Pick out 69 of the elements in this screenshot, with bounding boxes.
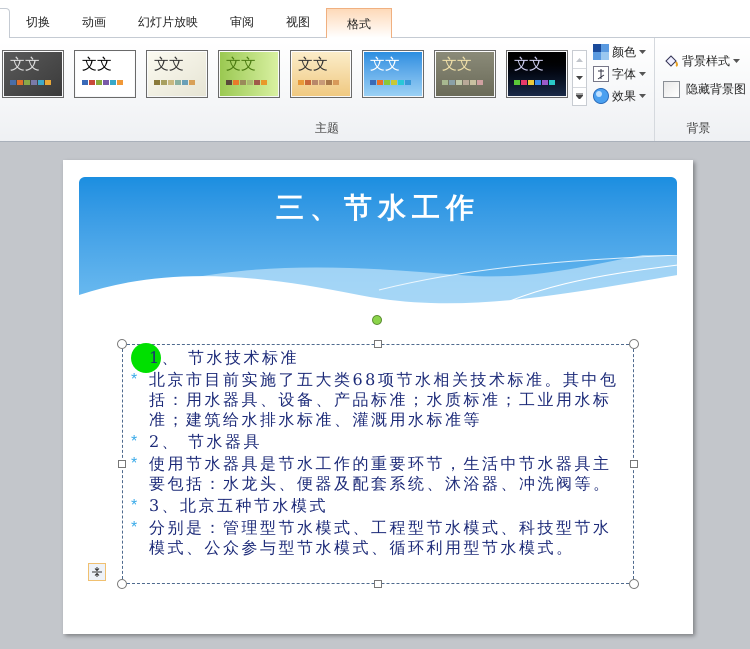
ribbon-tab[interactable]: 幻灯片放映 (122, 7, 214, 37)
theme-option-button[interactable]: 字体 (593, 63, 646, 84)
bullet-mark: * (131, 370, 138, 390)
bullet-text: 使用节水器具是节水工作的重要环节，生活中节水器具主要包括：水龙头、便器及配套系统、沐浴器、冲洗阀等。 (149, 454, 612, 494)
color-swatch-strip (154, 80, 195, 85)
background-style-button[interactable]: 背景样式 (663, 52, 750, 70)
color-swatch-strip (10, 80, 51, 85)
color-swatch-strip (442, 80, 483, 85)
resize-handle[interactable] (118, 460, 126, 468)
up-caret-icon (576, 58, 583, 62)
checkbox[interactable] (663, 80, 680, 98)
resize-handle[interactable] (374, 340, 382, 348)
ribbon-tab[interactable]: 审阅 (214, 7, 270, 37)
ribbon-tab[interactable]: 切换 (10, 7, 66, 37)
theme-thumbnail[interactable]: 文文 (2, 50, 64, 98)
bullet-text: 3、北京五种节水模式 (149, 496, 328, 516)
theme-sample-text: 文文 (442, 56, 472, 74)
theme-thumbnail[interactable]: 文文 (290, 50, 352, 98)
dropdown-caret-icon (639, 50, 646, 54)
ribbon-tab[interactable]: 格式 (326, 8, 392, 38)
color-swatch-strip (82, 80, 123, 85)
theme-sample-text: 文文 (370, 56, 400, 74)
expand-caret-icon (576, 93, 583, 100)
theme-thumbnail[interactable]: 文文 (146, 50, 208, 98)
resize-handle[interactable] (629, 579, 639, 589)
resize-handle[interactable] (117, 339, 127, 349)
color-swatch-strip (298, 80, 339, 85)
resize-handle[interactable] (630, 460, 638, 468)
resize-handle[interactable] (374, 580, 382, 588)
bullet-mark: * (131, 496, 138, 516)
autofit-options-button[interactable] (88, 563, 106, 581)
dropdown-caret-icon (639, 72, 646, 76)
color-squares-icon (593, 44, 609, 60)
theme-sample-text: 文文 (226, 56, 256, 74)
theme-sample-text: 文文 (10, 56, 40, 74)
group-label: 主题 (314, 120, 340, 137)
group-label: 背景 (686, 120, 712, 137)
ribbon-tab[interactable]: 视图 (270, 7, 326, 37)
theme-option-button[interactable]: 效果 (593, 85, 646, 106)
theme-sample-text: 文文 (154, 56, 184, 74)
font-icon (593, 66, 609, 82)
cursor-highlight (131, 343, 161, 373)
bullet-mark: * (131, 454, 138, 474)
bullet-text: 分别是：管理型节水模式、工程型节水模式、科技型节水模式、公众参与型节水模式、循环利用型节水模式。 (149, 518, 612, 558)
bullet-text: 2、 节水器具 (149, 432, 262, 452)
effects-circle-icon (593, 88, 609, 104)
ribbon-tab[interactable]: 动画 (66, 7, 122, 37)
theme-option-button[interactable]: 颜色 (593, 41, 646, 62)
color-swatch-strip (226, 80, 267, 85)
dropdown-caret-icon (733, 59, 740, 63)
theme-sample-text: 文文 (298, 56, 328, 74)
theme-sample-text: 文文 (514, 56, 544, 74)
bullet-text: 1、 节水技术标准 (149, 348, 299, 368)
theme-sample-text: 文文 (82, 56, 112, 74)
paint-bucket-icon (663, 53, 679, 69)
theme-thumbnail[interactable]: 文文 (74, 50, 136, 98)
color-swatch-strip (370, 80, 411, 85)
resize-handle[interactable] (117, 579, 127, 589)
checkbox-label: 隐藏背景图 (686, 81, 746, 98)
autofit-icon (92, 567, 102, 577)
down-caret-icon (576, 76, 583, 80)
resize-handle[interactable] (629, 339, 639, 349)
bullet-text: 北京市目前实施了五大类68项节水相关技术标准。其中包括：用水器具、设备、产品标准；水质标准；工业用水标准；建筑给水排水标准、灌溉用水标准等 (149, 370, 620, 430)
slide-title: 三、节水工作 (275, 190, 481, 226)
color-swatch-strip (514, 80, 555, 85)
theme-thumbnail[interactable]: 文文 (506, 50, 568, 98)
bullet-mark: * (131, 518, 138, 538)
dropdown-caret-icon (639, 94, 646, 98)
bullet-mark: * (131, 432, 138, 452)
